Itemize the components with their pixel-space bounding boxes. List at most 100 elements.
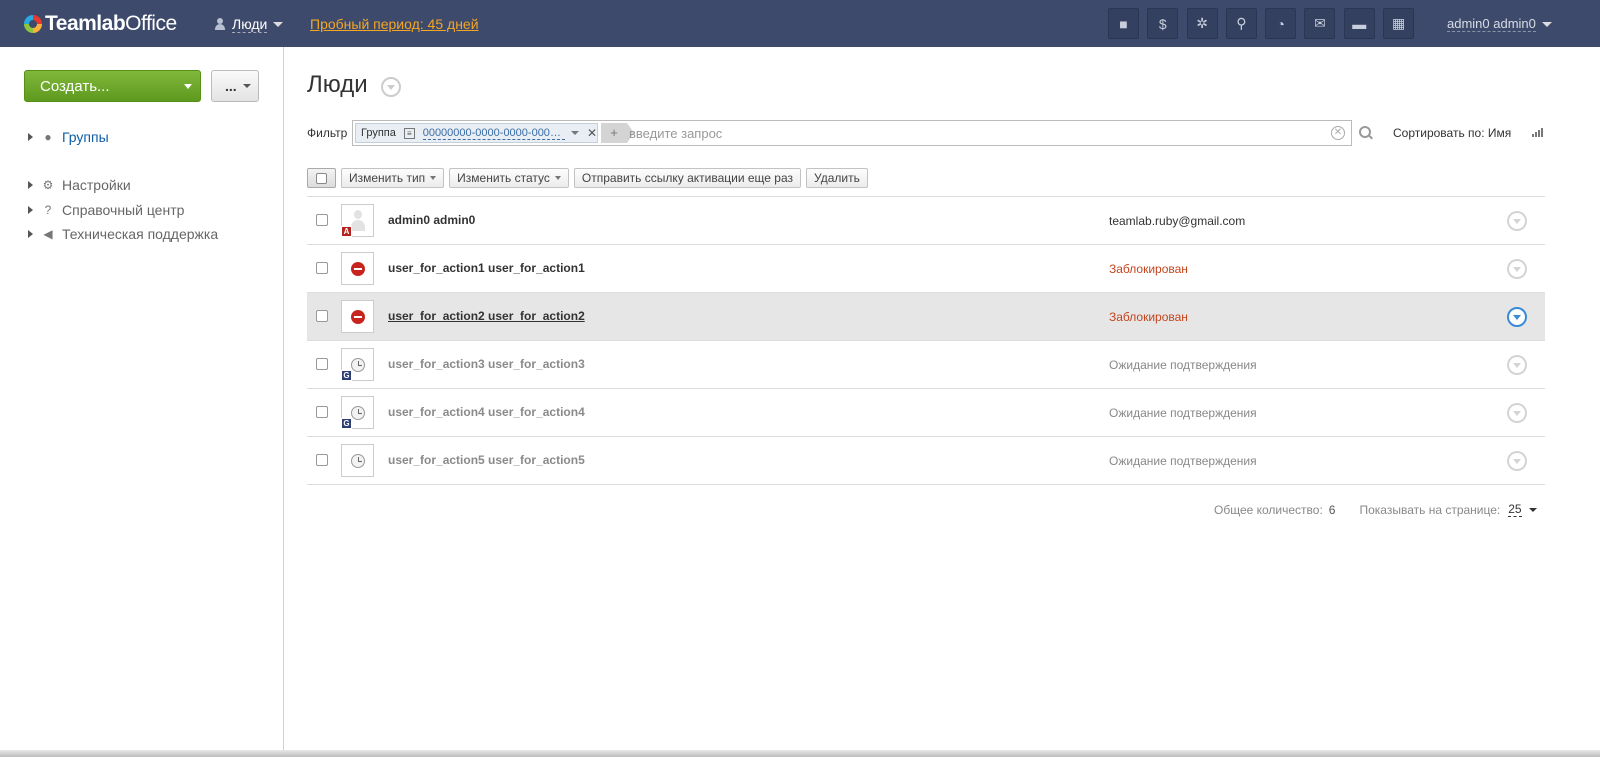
- row-checkbox[interactable]: [316, 454, 328, 466]
- expand-arrow-icon[interactable]: [28, 181, 33, 189]
- sidebar-item-label: Настройки: [62, 177, 131, 193]
- expand-arrow-icon[interactable]: [28, 133, 33, 141]
- mail-icon[interactable]: ✉: [1304, 8, 1336, 39]
- row-checkbox[interactable]: [316, 358, 328, 370]
- row-menu-arrow-icon[interactable]: [1507, 451, 1527, 471]
- filter-tag-group[interactable]: Группа ≡ 00000000-0000-0000-0000-... ✕: [355, 123, 598, 143]
- table-row[interactable]: G user_for_action3 user_for_action3 Ожид…: [307, 341, 1545, 389]
- clock-icon: [351, 406, 365, 420]
- trial-period-link[interactable]: Пробный период: 45 дней: [310, 16, 479, 32]
- filter-tag-value[interactable]: 00000000-0000-0000-0000-...: [422, 127, 565, 140]
- avatar[interactable]: [341, 444, 374, 477]
- module-switcher[interactable]: Люди: [214, 14, 284, 34]
- row-checkbox[interactable]: [316, 214, 328, 226]
- avatar[interactable]: A: [341, 204, 374, 237]
- total-count: 6: [1328, 502, 1336, 517]
- user-status: Ожидание подтверждения: [1109, 454, 1257, 468]
- table-row[interactable]: user_for_action2 user_for_action2 Заблок…: [307, 293, 1545, 341]
- sidebar-item-label: Техническая поддержка: [62, 226, 219, 242]
- checkbox-box: [316, 172, 327, 184]
- settings-icon[interactable]: ✲: [1186, 8, 1218, 39]
- top-navigation-bar: TeamlabOffice Люди Пробный период: 45 дн…: [0, 0, 1600, 47]
- blocked-icon: [351, 262, 365, 276]
- user-name-link[interactable]: user_for_action1 user_for_action1: [388, 261, 585, 275]
- toolbar-icons: ■ $ ✲ ⚲ ◔ ✉ ▬ ▦: [1108, 8, 1422, 39]
- table-row[interactable]: A admin0 admin0 teamlab.ruby@gmail.com: [307, 197, 1545, 245]
- row-menu-arrow-icon[interactable]: [1507, 211, 1527, 231]
- table-row[interactable]: G user_for_action4 user_for_action4 Ожид…: [307, 389, 1545, 437]
- module-label: Люди: [232, 15, 268, 33]
- question-icon: ?: [44, 203, 52, 217]
- avatar[interactable]: G: [341, 396, 374, 429]
- user-name-link[interactable]: user_for_action5 user_for_action5: [388, 453, 585, 467]
- expand-arrow-icon[interactable]: [28, 206, 33, 214]
- search-input[interactable]: [629, 124, 1319, 142]
- remove-filter-icon[interactable]: ✕: [587, 126, 597, 140]
- video-icon[interactable]: ■: [1108, 8, 1139, 39]
- chevron-down-icon[interactable]: [1528, 507, 1537, 512]
- user-status: Ожидание подтверждения: [1109, 406, 1257, 420]
- admin-badge-icon: A: [341, 226, 352, 237]
- add-filter-button[interactable]: +: [601, 123, 634, 143]
- search-icon[interactable]: [1359, 126, 1373, 140]
- blocked-icon: [351, 310, 365, 324]
- sort-order-icon[interactable]: [1532, 127, 1544, 137]
- row-checkbox[interactable]: [316, 310, 328, 322]
- clock-icon: [351, 454, 365, 468]
- sidebar-item-support[interactable]: ◀ Техническая поддержка: [28, 226, 218, 242]
- feed-icon[interactable]: ◔: [1265, 8, 1297, 39]
- more-actions-button[interactable]: ...: [211, 70, 259, 102]
- money-icon[interactable]: $: [1147, 8, 1179, 39]
- logo-text: TeamlabOffice: [45, 12, 177, 35]
- row-menu-arrow-icon[interactable]: [1507, 355, 1527, 375]
- calendar-icon[interactable]: ▦: [1383, 8, 1415, 39]
- people-icon: [214, 18, 226, 30]
- chevron-down-icon[interactable]: [570, 131, 579, 135]
- avatar[interactable]: G: [341, 348, 374, 381]
- sidebar-item-groups[interactable]: ● Группы: [28, 129, 109, 145]
- change-type-button[interactable]: Изменить тип: [341, 168, 445, 188]
- delete-button[interactable]: Удалить: [806, 168, 868, 188]
- sidebar-item-settings[interactable]: ⚙ Настройки: [28, 177, 131, 193]
- user-status: Заблокирован: [1109, 310, 1188, 324]
- logo-icon: [24, 15, 42, 33]
- row-menu-arrow-icon[interactable]: [1507, 307, 1527, 327]
- sort-by-selector[interactable]: Сортировать по: Имя: [1393, 126, 1511, 140]
- user-menu[interactable]: admin0 admin0: [1447, 16, 1552, 32]
- chevron-down-icon: [554, 176, 561, 180]
- expand-arrow-icon[interactable]: [28, 230, 33, 238]
- row-menu-arrow-icon[interactable]: [1507, 259, 1527, 279]
- user-name-link[interactable]: admin0 admin0: [388, 213, 475, 227]
- row-checkbox[interactable]: [316, 262, 328, 274]
- filter-label: Фильтр: [307, 126, 348, 140]
- chat-icon[interactable]: ▬: [1343, 8, 1375, 39]
- row-menu-arrow-icon[interactable]: [1507, 403, 1527, 423]
- search-icon[interactable]: ⚲: [1225, 8, 1257, 39]
- sidebar-item-help-center[interactable]: ? Справочный центр: [28, 202, 184, 218]
- sidebar-item-label: Группы: [62, 129, 109, 145]
- teamlab-office-logo[interactable]: TeamlabOffice: [24, 12, 177, 36]
- table-row[interactable]: user_for_action1 user_for_action1 Заблок…: [307, 245, 1545, 293]
- select-all-checkbox[interactable]: [307, 168, 336, 188]
- user-name-link[interactable]: user_for_action3 user_for_action3: [388, 357, 585, 371]
- chevron-down-icon[interactable]: [176, 71, 200, 101]
- per-page-selector[interactable]: 25: [1508, 502, 1522, 517]
- user-name-link[interactable]: user_for_action4 user_for_action4: [388, 405, 585, 419]
- user-name-link[interactable]: user_for_action2 user_for_action2: [388, 309, 585, 323]
- user-status: Ожидание подтверждения: [1109, 358, 1257, 372]
- create-button[interactable]: Создать...: [24, 70, 201, 102]
- user-email[interactable]: teamlab.ruby@gmail.com: [1109, 214, 1245, 228]
- row-checkbox[interactable]: [316, 406, 328, 418]
- sidebar-item-label: Справочный центр: [62, 202, 185, 218]
- avatar[interactable]: [341, 252, 374, 285]
- guest-badge-icon: G: [341, 370, 352, 381]
- sidebar: Создать... ... ● Группы ⚙ Настройки ? Сп…: [0, 47, 284, 757]
- title-menu-arrow-icon[interactable]: [381, 77, 401, 97]
- create-button-label: Создать...: [40, 77, 110, 95]
- change-status-button[interactable]: Изменить статус: [449, 168, 569, 188]
- clear-filter-icon[interactable]: ✕: [1331, 126, 1345, 140]
- table-row[interactable]: user_for_action5 user_for_action5 Ожидан…: [307, 437, 1545, 485]
- avatar[interactable]: [341, 300, 374, 333]
- resend-activation-button[interactable]: Отправить ссылку активации еще раз: [573, 168, 802, 188]
- chevron-down-icon: [430, 176, 437, 180]
